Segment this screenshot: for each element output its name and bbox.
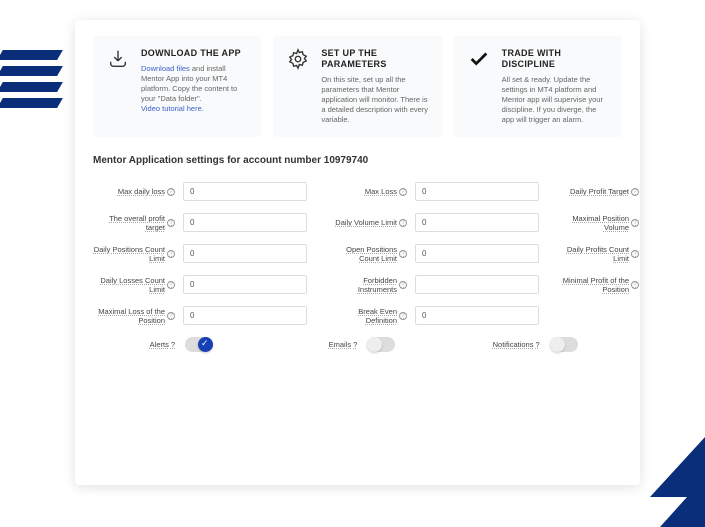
- field-min-profit-position: Minimal Profit of the Position?: [557, 275, 640, 294]
- step-title: SET UP THE PARAMETERS: [321, 48, 429, 70]
- field-max-loss: Max Loss?: [325, 182, 539, 201]
- toggle-alerts[interactable]: [185, 337, 213, 352]
- help-icon[interactable]: ?: [399, 281, 407, 289]
- input-open-positions-count[interactable]: [415, 244, 539, 263]
- field-max-loss-position: Maximal Loss of the Position?: [93, 306, 307, 325]
- input-daily-losses-count[interactable]: [183, 275, 307, 294]
- download-files-link[interactable]: Download files: [141, 64, 190, 73]
- label-text: Open Positions Count Limit: [325, 245, 397, 263]
- toggle-field-notifications: Notifications?: [458, 337, 622, 352]
- label-text: Break Even Definition: [325, 307, 397, 325]
- label-text: Daily Volume Limit: [335, 218, 397, 227]
- help-icon[interactable]: ?: [631, 281, 639, 289]
- input-daily-positions-count[interactable]: [183, 244, 307, 263]
- label-text: Max Loss: [365, 187, 397, 196]
- help-icon[interactable]: ?: [171, 340, 175, 349]
- field-daily-volume-limit: Daily Volume Limit?: [325, 213, 539, 232]
- help-icon[interactable]: ?: [167, 312, 175, 320]
- check-icon: [466, 48, 492, 74]
- help-icon[interactable]: ?: [353, 340, 357, 349]
- main-card: DOWNLOAD THE APP Download files and inst…: [75, 20, 640, 485]
- help-icon[interactable]: ?: [167, 219, 175, 227]
- help-icon[interactable]: ?: [399, 188, 407, 196]
- input-daily-volume-limit[interactable]: [415, 213, 539, 232]
- step-text: On this site, set up all the parameters …: [321, 75, 429, 126]
- label-text: Emails: [329, 340, 352, 349]
- field-max-daily-loss: Max daily loss?: [93, 182, 307, 201]
- steps-row: DOWNLOAD THE APP Download files and inst…: [93, 36, 622, 137]
- help-icon[interactable]: ?: [399, 219, 407, 227]
- field-forbidden-instruments: Forbidden Instruments?: [325, 275, 539, 294]
- step-text: Download files and install Mentor App in…: [141, 64, 249, 115]
- toggle-emails[interactable]: [367, 337, 395, 352]
- step-trade: TRADE WITH DISCIPLINE All set & ready. U…: [454, 36, 622, 137]
- input-max-daily-loss[interactable]: [183, 182, 307, 201]
- field-daily-profits-count: Daily Profits Count Limit?: [557, 244, 640, 263]
- help-icon[interactable]: ?: [631, 188, 639, 196]
- help-icon[interactable]: ?: [631, 250, 639, 258]
- field-open-positions-count: Open Positions Count Limit?: [325, 244, 539, 263]
- step-setup: SET UP THE PARAMETERS On this site, set …: [273, 36, 441, 137]
- label-text: Maximal Position Volume: [557, 214, 629, 232]
- label-text: Max daily loss: [118, 187, 165, 196]
- step-download: DOWNLOAD THE APP Download files and inst…: [93, 36, 261, 137]
- step-title: DOWNLOAD THE APP: [141, 48, 249, 59]
- step-title: TRADE WITH DISCIPLINE: [502, 48, 610, 70]
- input-max-loss[interactable]: [415, 182, 539, 201]
- help-icon[interactable]: ?: [167, 281, 175, 289]
- toggle-field-emails: Emails?: [275, 337, 439, 352]
- video-tutorial-link[interactable]: Video tutorial here.: [141, 104, 204, 113]
- label-text: Maximal Loss of the Position: [93, 307, 165, 325]
- help-icon[interactable]: ?: [399, 312, 407, 320]
- gear-icon: [285, 48, 311, 74]
- input-max-loss-position[interactable]: [183, 306, 307, 325]
- field-max-position-volume: Maximal Position Volume?: [557, 213, 640, 232]
- label-text: Daily Profit Target: [570, 187, 629, 196]
- toggle-field-alerts: Alerts?: [93, 337, 257, 352]
- input-overall-profit[interactable]: [183, 213, 307, 232]
- field-overall-profit: The overall profit target?: [93, 213, 307, 232]
- help-icon[interactable]: ?: [399, 250, 407, 258]
- help-icon[interactable]: ?: [167, 250, 175, 258]
- settings-form: Max daily loss? Max Loss? Daily Profit T…: [93, 182, 622, 325]
- label-text: Minimal Profit of the Position: [557, 276, 629, 294]
- field-daily-losses-count: Daily Losses Count Limit?: [93, 275, 307, 294]
- field-daily-positions-count: Daily Positions Count Limit?: [93, 244, 307, 263]
- bg-decoration-left: [0, 50, 60, 110]
- input-break-even[interactable]: [415, 306, 539, 325]
- field-break-even: Break Even Definition?: [325, 306, 539, 325]
- toggle-notifications[interactable]: [550, 337, 578, 352]
- step-text: All set & ready. Update the settings in …: [502, 75, 610, 126]
- label-text: Daily Profits Count Limit: [557, 245, 629, 263]
- label-text: The overall profit target: [93, 214, 165, 232]
- download-icon: [105, 48, 131, 74]
- label-text: Notifications: [493, 340, 534, 349]
- label-text: Forbidden Instruments: [325, 276, 397, 294]
- section-title: Mentor Application settings for account …: [93, 155, 622, 166]
- help-icon[interactable]: ?: [167, 188, 175, 196]
- help-icon[interactable]: ?: [631, 219, 639, 227]
- field-daily-profit-target: Daily Profit Target?: [557, 182, 640, 201]
- help-icon[interactable]: ?: [535, 340, 539, 349]
- input-forbidden-instruments[interactable]: [415, 275, 539, 294]
- label-text: Daily Positions Count Limit: [93, 245, 165, 263]
- label-text: Alerts: [150, 340, 169, 349]
- toggle-row: Alerts? Emails? Notifications?: [93, 337, 622, 352]
- label-text: Daily Losses Count Limit: [93, 276, 165, 294]
